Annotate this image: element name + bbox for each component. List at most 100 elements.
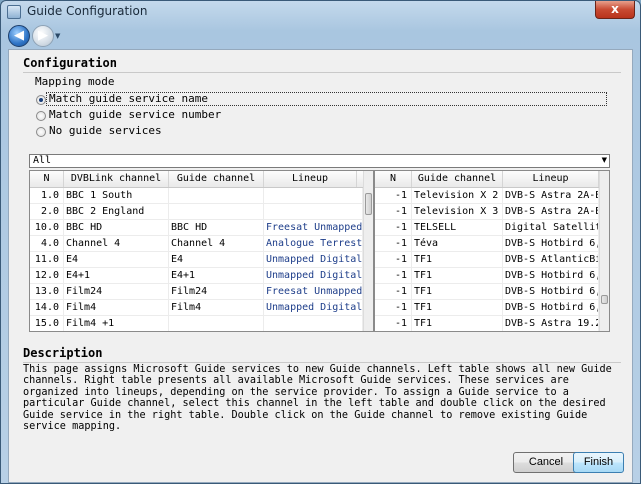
table-cell-n[interactable]: -1 <box>375 284 412 300</box>
table-cell-lineup[interactable]: Freesat Unmapped <box>264 220 363 236</box>
table-row[interactable]: 10.0 BBC HD BBC HD Freesat Unmapped <box>30 220 363 236</box>
column-header-lineup[interactable]: Lineup <box>503 171 599 187</box>
table-cell-n[interactable]: 4.0 <box>30 236 64 252</box>
table-cell-n[interactable]: -1 <box>375 204 412 220</box>
column-header-n[interactable]: N <box>30 171 64 187</box>
table-row[interactable]: -1 Television X 3 DVB-S Astra 2A-B <box>375 204 599 220</box>
table-cell-guide-channel[interactable]: TF1 <box>412 252 503 268</box>
finish-button[interactable]: Finish <box>573 452 624 473</box>
table-cell-lineup[interactable]: DVB-S Astra 19.2 <box>503 316 599 331</box>
table-cell-lineup[interactable]: Unmapped Digital <box>264 300 363 316</box>
table-cell-lineup[interactable]: Digital Satellit <box>503 220 599 236</box>
table-cell-dvblink-channel[interactable]: Film24 <box>64 284 169 300</box>
table-cell-dvblink-channel[interactable]: BBC HD <box>64 220 169 236</box>
table-cell-n[interactable]: 1.0 <box>30 188 64 204</box>
table-cell-guide-channel[interactable]: TF1 <box>412 300 503 316</box>
table-cell-guide-channel[interactable] <box>169 316 264 331</box>
radio-label-match-name[interactable]: Match guide service name <box>49 92 208 105</box>
table-row[interactable]: 12.0 E4+1 E4+1 Unmapped Digital <box>30 268 363 284</box>
table-cell-n[interactable]: 14.0 <box>30 300 64 316</box>
table-cell-n[interactable]: 2.0 <box>30 204 64 220</box>
column-header-lineup[interactable]: Lineup <box>264 171 357 187</box>
table-cell-guide-channel[interactable] <box>169 204 264 220</box>
table-row[interactable]: -1 TF1 DVB-S Hotbird 6, <box>375 300 599 316</box>
table-cell-lineup[interactable]: DVB-S AtlanticBi <box>503 252 599 268</box>
table-cell-n[interactable]: -1 <box>375 300 412 316</box>
radio-label-match-number[interactable]: Match guide service number <box>49 108 221 121</box>
guide-services-table[interactable]: N Guide channel Lineup -1 Television X 2D… <box>374 170 610 332</box>
chevron-down-icon[interactable]: ▼ <box>55 32 60 40</box>
title-bar[interactable]: Guide Configuration x <box>1 1 640 23</box>
table-cell-n[interactable]: 11.0 <box>30 252 64 268</box>
table-cell-lineup[interactable]: DVB-S Hotbird 6, <box>503 284 599 300</box>
table-cell-guide-channel[interactable]: TELSELL <box>412 220 503 236</box>
table-cell-n[interactable]: 10.0 <box>30 220 64 236</box>
table-cell-lineup[interactable]: DVB-S Hotbird 6, <box>503 300 599 316</box>
table-cell-dvblink-channel[interactable]: Film4 +1 <box>64 316 169 331</box>
column-header-guide-channel[interactable]: Guide channel <box>169 171 264 187</box>
table-cell-guide-channel[interactable]: TF1 <box>412 268 503 284</box>
chevron-down-icon[interactable]: ▼ <box>602 156 607 164</box>
table-cell-dvblink-channel[interactable]: BBC 2 England <box>64 204 169 220</box>
radio-match-guide-service-name[interactable] <box>36 95 46 105</box>
table-cell-lineup[interactable]: DVB-S Hotbird 6, <box>503 268 599 284</box>
back-arrow-icon[interactable]: ◀ <box>8 25 30 47</box>
table-row[interactable]: -1 TF1 DVB-S Hotbird 6, <box>375 284 599 300</box>
right-table-scrollbar[interactable] <box>599 171 609 331</box>
table-cell-guide-channel[interactable]: E4 <box>169 252 264 268</box>
table-cell-n[interactable]: 12.0 <box>30 268 64 284</box>
lineup-filter-dropdown[interactable]: All ▼ <box>29 154 610 168</box>
column-header-guide-channel[interactable]: Guide channel <box>412 171 503 187</box>
table-cell-n[interactable]: 13.0 <box>30 284 64 300</box>
table-row[interactable]: 11.0 E4 E4 Unmapped Digital <box>30 252 363 268</box>
table-cell-dvblink-channel[interactable]: Channel 4 <box>64 236 169 252</box>
table-row[interactable]: -1 TF1 DVB-S Astra 19.2 <box>375 316 599 331</box>
table-row[interactable]: -1 TELSELL Digital Satellit <box>375 220 599 236</box>
table-cell-guide-channel[interactable] <box>169 188 264 204</box>
table-cell-n[interactable]: -1 <box>375 188 412 204</box>
close-button[interactable]: x <box>595 1 635 19</box>
table-row[interactable]: -1 TF1 DVB-S AtlanticBi <box>375 252 599 268</box>
table-cell-guide-channel[interactable]: Film4 <box>169 300 264 316</box>
table-cell-lineup[interactable] <box>264 316 363 331</box>
table-cell-guide-channel[interactable]: TF1 <box>412 316 503 331</box>
table-cell-lineup[interactable]: Unmapped Digital <box>264 268 363 284</box>
radio-no-guide-services[interactable] <box>36 127 46 137</box>
forward-arrow-icon[interactable]: ▶ <box>32 25 54 47</box>
table-row[interactable]: -1 TF1 DVB-S Hotbird 6, <box>375 268 599 284</box>
table-row[interactable]: -1 Television X 2 DVB-S Astra 2A-B <box>375 188 599 204</box>
table-cell-n[interactable]: -1 <box>375 268 412 284</box>
column-header-n[interactable]: N <box>375 171 412 187</box>
table-cell-lineup[interactable] <box>264 188 363 204</box>
table-cell-lineup[interactable]: DVB-S Astra 2A-B <box>503 188 599 204</box>
table-cell-dvblink-channel[interactable]: E4 <box>64 252 169 268</box>
table-cell-guide-channel[interactable]: Channel 4 <box>169 236 264 252</box>
radio-match-guide-service-number[interactable] <box>36 111 46 121</box>
table-row[interactable]: 15.0 Film4 +1 <box>30 316 363 331</box>
table-row[interactable]: 13.0 Film24 Film24 Freesat Unmapped <box>30 284 363 300</box>
table-row[interactable]: 14.0 Film4 Film4 Unmapped Digital <box>30 300 363 316</box>
dvblink-channels-table[interactable]: N DVBLink channel Guide channel Lineup 1… <box>29 170 374 332</box>
table-cell-guide-channel[interactable]: Television X 2 <box>412 188 503 204</box>
table-cell-dvblink-channel[interactable]: E4+1 <box>64 268 169 284</box>
table-cell-guide-channel[interactable]: TF1 <box>412 284 503 300</box>
table-row[interactable]: 4.0 Channel 4 Channel 4 Analogue Terrest <box>30 236 363 252</box>
table-cell-guide-channel[interactable]: Film24 <box>169 284 264 300</box>
left-table-scrollbar[interactable] <box>363 171 373 331</box>
table-cell-lineup[interactable]: Unmapped Digital <box>264 252 363 268</box>
table-row[interactable]: 2.0 BBC 2 England <box>30 204 363 220</box>
table-cell-lineup[interactable]: DVB-S Astra 2A-B <box>503 204 599 220</box>
table-cell-n[interactable]: 15.0 <box>30 316 64 331</box>
table-cell-n[interactable]: -1 <box>375 252 412 268</box>
radio-label-no-guide[interactable]: No guide services <box>49 124 162 137</box>
table-cell-n[interactable]: -1 <box>375 220 412 236</box>
table-cell-lineup[interactable]: Analogue Terrest <box>264 236 363 252</box>
column-header-dvblink-channel[interactable]: DVBLink channel <box>64 171 169 187</box>
right-table-scroll-thumb[interactable] <box>601 295 608 304</box>
left-table-scroll-thumb[interactable] <box>365 193 372 215</box>
table-row[interactable]: 1.0 BBC 1 South <box>30 188 363 204</box>
table-cell-guide-channel[interactable]: Téva <box>412 236 503 252</box>
table-cell-dvblink-channel[interactable]: Film4 <box>64 300 169 316</box>
table-cell-guide-channel[interactable]: Television X 3 <box>412 204 503 220</box>
table-cell-guide-channel[interactable]: BBC HD <box>169 220 264 236</box>
